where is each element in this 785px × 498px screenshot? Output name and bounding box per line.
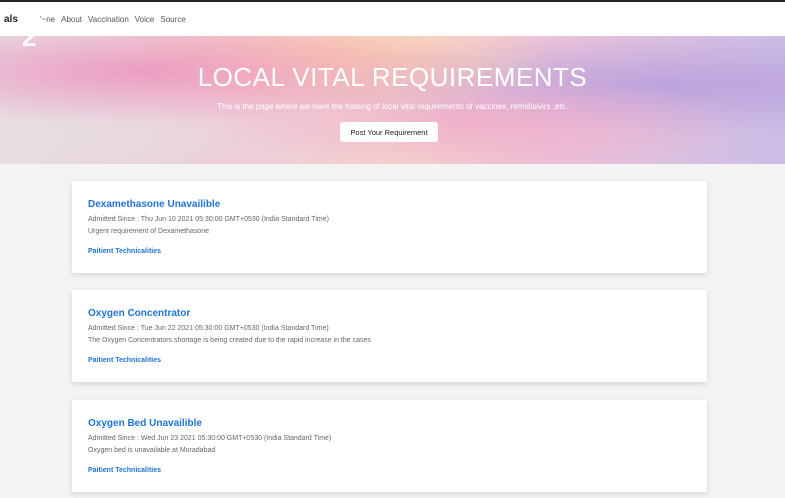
patient-technicalities-link[interactable]: Paitient Technicalities <box>88 467 161 474</box>
card-description: The Oxygen Concentrators shortage is bei… <box>88 337 371 344</box>
brand-name[interactable]: als <box>4 14 18 25</box>
nav-link-vaccination[interactable]: Vaccination <box>88 15 129 24</box>
card-description: Oxygen bed is unavailable at Moradabad <box>88 447 216 454</box>
card-title: Oxygen Concentrator <box>88 308 191 319</box>
card-title: Dexamethasone Unavailible <box>88 199 221 210</box>
admitted-since: Admitted Since : Thu Jun 10 2021 05:30:0… <box>88 216 329 223</box>
admitted-since: Admitted Since : Tue Jun 22 2021 05:30:0… <box>88 325 329 332</box>
page-title: LOCAL VITAL REQUIREMENTS <box>197 62 588 92</box>
nav-link-source[interactable]: Source <box>160 15 185 24</box>
nav-link-voice[interactable]: Voice <box>135 15 155 24</box>
card-title: Oxygen Bed Unavailible <box>88 418 202 429</box>
patient-technicalities-link[interactable]: Paitient Technicalities <box>88 357 161 364</box>
logo-mark: 2 <box>22 22 37 52</box>
requirement-card: Dexamethasone Unavailible Admitted Since… <box>72 181 707 273</box>
navbar: als '~ne About Vaccination Voice Source <box>0 0 785 36</box>
nav-link-home[interactable]: '~ne <box>40 15 55 24</box>
nav-links: '~ne About Vaccination Voice Source <box>40 15 186 24</box>
page-subtitle: This is the page where we have the hosti… <box>217 102 568 111</box>
admitted-since: Admitted Since : Wed Jun 23 2021 05:30:0… <box>88 435 332 442</box>
hero-banner: LOCAL VITAL REQUIREMENTS This is the pag… <box>0 32 785 164</box>
nav-link-about[interactable]: About <box>61 15 82 24</box>
card-description: Urgent requirement of Dexamethasone <box>88 228 210 235</box>
post-requirement-button[interactable]: Post Your Requirement <box>340 122 438 142</box>
patient-technicalities-link[interactable]: Paitient Technicalities <box>88 248 161 255</box>
requirement-card: Oxygen Bed Unavailible Admitted Since : … <box>72 400 707 492</box>
requirement-card: Oxygen Concentrator Admitted Since : Tue… <box>72 290 707 382</box>
